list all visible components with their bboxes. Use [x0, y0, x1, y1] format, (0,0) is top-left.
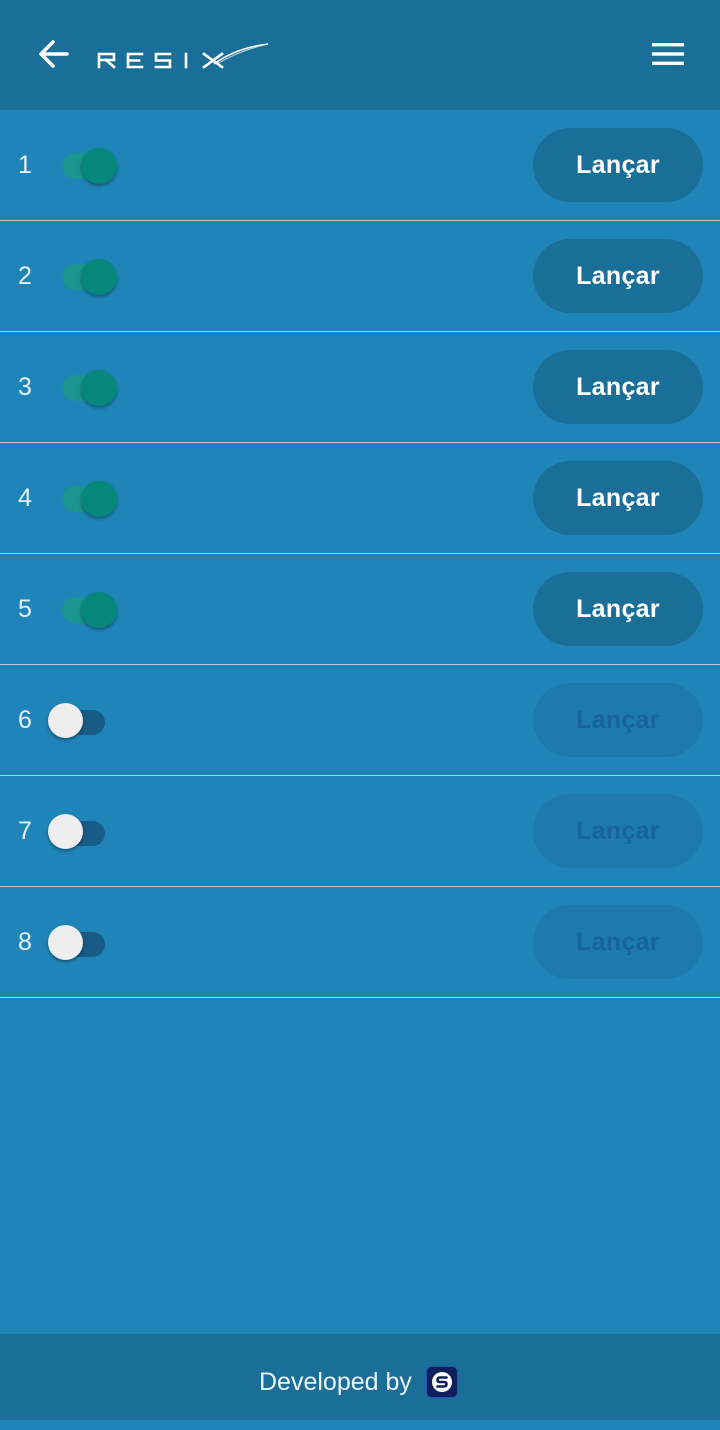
row-toggle-on[interactable]: [58, 443, 128, 553]
footer-credit-text: Developed by: [259, 1368, 412, 1396]
resix-logo: [96, 38, 276, 74]
back-button[interactable]: [34, 36, 74, 72]
list-item: 2 Lançar: [0, 221, 720, 332]
row-number: 2: [18, 262, 32, 290]
app-header: [0, 0, 720, 110]
menu-button[interactable]: [648, 38, 688, 70]
row-number: 7: [18, 817, 32, 845]
list-item: 4 Lançar: [0, 443, 720, 554]
launch-button-disabled[interactable]: Lançar: [533, 794, 703, 868]
launch-button[interactable]: Lançar: [533, 572, 703, 646]
toggle-thumb: [48, 925, 83, 960]
list-item: 8 Lançar: [0, 887, 720, 998]
row-number: 6: [18, 706, 32, 734]
s-logo-icon[interactable]: [426, 1366, 458, 1398]
launch-button[interactable]: Lançar: [533, 239, 703, 313]
app-footer: Developed by: [0, 1334, 720, 1420]
toggle-thumb: [48, 703, 83, 738]
row-number: 4: [18, 484, 32, 512]
arrow-left-icon: [39, 40, 69, 68]
launch-button[interactable]: Lançar: [533, 461, 703, 535]
list-item: 7 Lançar: [0, 776, 720, 887]
toggle-thumb: [48, 814, 83, 849]
list-item: 1 Lançar: [0, 110, 720, 221]
launch-button-disabled[interactable]: Lançar: [533, 905, 703, 979]
row-number: 1: [18, 151, 32, 179]
row-toggle-on[interactable]: [58, 110, 128, 220]
row-toggle-off[interactable]: [44, 665, 114, 775]
row-toggle-off[interactable]: [44, 776, 114, 886]
launch-button[interactable]: Lançar: [533, 128, 703, 202]
launch-button-disabled[interactable]: Lançar: [533, 683, 703, 757]
launch-button[interactable]: Lançar: [533, 350, 703, 424]
row-number: 5: [18, 595, 32, 623]
toggle-thumb: [81, 592, 117, 628]
row-toggle-off[interactable]: [44, 887, 114, 997]
row-toggle-on[interactable]: [58, 221, 128, 331]
list-item: 5 Lançar: [0, 554, 720, 665]
toggle-thumb: [81, 481, 117, 517]
hamburger-menu-icon: [652, 43, 684, 65]
channel-list: 1 Lançar 2 Lançar 3 Lançar 4 Lançar 5 La…: [0, 110, 720, 998]
toggle-thumb: [81, 148, 117, 184]
toggle-thumb: [81, 370, 117, 406]
toggle-thumb: [81, 259, 117, 295]
row-toggle-on[interactable]: [58, 332, 128, 442]
resix-logo-image: [97, 43, 269, 69]
row-toggle-on[interactable]: [58, 554, 128, 664]
list-item: 3 Lançar: [0, 332, 720, 443]
row-number: 8: [18, 928, 32, 956]
list-item: 6 Lançar: [0, 665, 720, 776]
row-number: 3: [18, 373, 32, 401]
